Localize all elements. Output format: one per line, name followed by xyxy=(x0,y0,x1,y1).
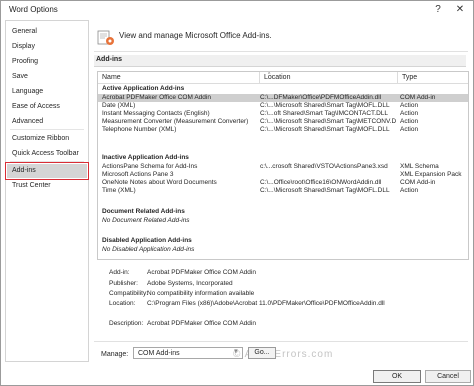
table-row[interactable]: Measurement Converter (Measurement Conve… xyxy=(98,118,468,126)
detail-value: Acrobat PDFMaker Office COM Addin xyxy=(147,320,256,327)
column-header-type[interactable]: Type xyxy=(398,72,468,83)
sidebar-item-customize-ribbon[interactable]: Customize Ribbon xyxy=(7,132,87,146)
sidebar-item-ease-of-access[interactable]: Ease of Access xyxy=(7,100,87,114)
manage-dropdown[interactable]: COM Add-ins ▼ xyxy=(133,347,243,359)
cancel-button[interactable]: Cancel xyxy=(425,370,471,383)
sidebar-item-trust-center[interactable]: Trust Center xyxy=(7,179,87,193)
detail-value: Acrobat PDFMaker Office COM Addin xyxy=(147,269,256,276)
group-inactive-application-add-ins: Inactive Application Add-ins xyxy=(102,154,189,161)
sidebar-item-display[interactable]: Display xyxy=(7,40,87,54)
section-title: Add-ins xyxy=(96,56,123,63)
divider xyxy=(94,51,468,52)
sidebar-item-save[interactable]: Save xyxy=(7,70,87,84)
manage-label: Manage: xyxy=(101,351,129,358)
section-header: Add-ins xyxy=(94,55,466,67)
table-row[interactable]: Acrobat PDFMaker Office COM Addin C:\...… xyxy=(98,94,468,102)
detail-value: C:\Program Files (x86)\Adobe\Acrobat 11.… xyxy=(147,300,385,307)
add-ins-gear-icon xyxy=(97,30,114,45)
ok-button[interactable]: OK xyxy=(373,370,421,383)
detail-value: Adobe Systems, Incorporated xyxy=(147,280,233,287)
detail-label: Description: xyxy=(109,320,144,327)
table-row: No Document Related Add-ins xyxy=(102,217,190,224)
table-row[interactable]: Time (XML) C:\...\Microsoft Shared\Smart… xyxy=(98,187,468,195)
sidebar-item-quick-access-toolbar[interactable]: Quick Access Toolbar xyxy=(7,147,87,161)
table-row[interactable]: OneNote Notes about Word Documents C:\..… xyxy=(98,179,468,187)
table-row[interactable]: Microsoft Actions Pane 3 XML Expansion P… xyxy=(98,171,468,179)
add-ins-table[interactable]: Name ^ Location Type Active Application … xyxy=(97,71,469,260)
detail-label: Location: xyxy=(109,300,136,307)
detail-label: Publisher: xyxy=(109,280,138,287)
divider xyxy=(94,341,468,342)
go-button[interactable]: Go... xyxy=(248,347,276,359)
detail-label: Add-in: xyxy=(109,269,130,276)
detail-value: No compatibility information available xyxy=(147,290,255,297)
window-title: Word Options xyxy=(9,5,58,14)
word-options-window: Word Options ? ✕ General Display Proofin… xyxy=(0,0,474,386)
page-heading: View and manage Microsoft Office Add-ins… xyxy=(119,31,272,40)
help-icon[interactable]: ? xyxy=(429,2,447,18)
detail-label: Compatibility: xyxy=(109,290,149,297)
table-header: Name ^ Location Type xyxy=(98,72,468,84)
sidebar: General Display Proofing Save Language E… xyxy=(5,20,89,362)
group-disabled-application-add-ins: Disabled Application Add-ins xyxy=(102,237,192,244)
table-row[interactable]: Date (XML) C:\...\Microsoft Shared\Smart… xyxy=(98,102,468,110)
sidebar-item-general[interactable]: General xyxy=(7,25,87,39)
table-row[interactable]: Instant Messaging Contacts (English) C:\… xyxy=(98,110,468,118)
sidebar-divider xyxy=(10,129,84,130)
group-active-application-add-ins: Active Application Add-ins xyxy=(102,85,185,92)
sidebar-item-advanced[interactable]: Advanced xyxy=(7,115,87,129)
sidebar-item-proofing[interactable]: Proofing xyxy=(7,55,87,69)
table-row: No Disabled Application Add-ins xyxy=(102,246,195,253)
close-icon[interactable]: ✕ xyxy=(451,2,469,18)
sidebar-item-add-ins[interactable]: Add-ins xyxy=(5,162,89,180)
table-row[interactable]: Telephone Number (XML) C:\...\Microsoft … xyxy=(98,126,468,134)
sidebar-divider xyxy=(10,161,84,162)
title-bar: Word Options ? ✕ xyxy=(1,1,473,19)
group-document-related-add-ins: Document Related Add-ins xyxy=(102,208,185,215)
table-row[interactable]: ActionsPane Schema for Add-Ins c:\...cro… xyxy=(98,163,468,171)
sidebar-item-language[interactable]: Language xyxy=(7,85,87,99)
column-header-name[interactable]: Name xyxy=(98,72,260,83)
manage-dropdown-value: COM Add-ins xyxy=(138,349,180,357)
column-header-location[interactable]: Location xyxy=(260,72,398,83)
